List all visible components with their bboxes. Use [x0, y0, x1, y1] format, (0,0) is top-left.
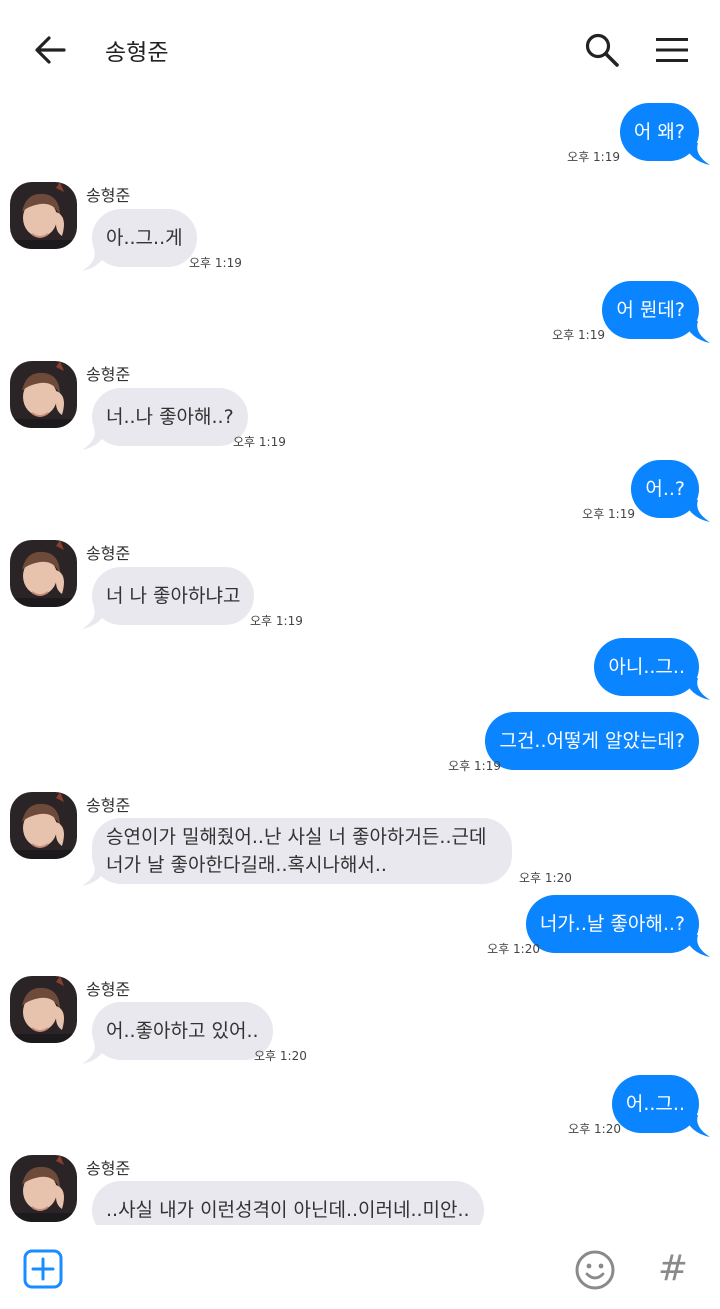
bubble-tail — [684, 935, 710, 957]
search-button[interactable] — [581, 29, 623, 71]
profile-photo-image — [10, 792, 77, 859]
bubble-tail — [684, 143, 710, 165]
sender-name: 송형준 — [86, 544, 131, 563]
avatar[interactable] — [10, 976, 77, 1043]
received-bubble[interactable]: 너 나 좋아하냐고 — [92, 567, 255, 625]
bubble-tail — [82, 249, 108, 271]
bubble-tail — [684, 321, 710, 343]
bottom-toolbar: # — [0, 1225, 720, 1309]
profile-photo-image — [10, 1155, 77, 1222]
chat-header: 송형준 — [0, 0, 720, 100]
message-time: 오후 1:19 — [567, 150, 620, 164]
arrow-left-icon — [35, 36, 66, 64]
message-time: 오후 1:20 — [519, 871, 572, 885]
sender-name: 송형준 — [86, 186, 131, 205]
message-time: 오후 1:20 — [568, 1122, 621, 1136]
sent-bubble[interactable]: 그건..어떻게 알았는데? — [485, 712, 699, 770]
chat-title: 송형준 — [105, 40, 169, 66]
message-time: 오후 1:19 — [582, 507, 635, 521]
message-time: 오후 1:20 — [254, 1049, 307, 1063]
profile-photo-image — [10, 976, 77, 1043]
avatar[interactable] — [10, 1155, 77, 1222]
search-icon — [585, 33, 619, 67]
message-time: 오후 1:19 — [233, 435, 286, 449]
sender-name: 송형준 — [86, 365, 131, 384]
sent-bubble[interactable]: 너가..날 좋아해..? — [525, 895, 699, 953]
sender-name: 송형준 — [86, 796, 131, 815]
back-button[interactable] — [30, 30, 70, 70]
sender-name: 송형준 — [86, 980, 131, 999]
smiley-icon — [575, 1250, 615, 1290]
message-time: 오후 1:19 — [189, 256, 242, 270]
message-time: 오후 1:19 — [448, 759, 501, 773]
received-bubble[interactable]: 너..나 좋아해..? — [92, 388, 248, 446]
sender-name: 송형준 — [86, 1159, 131, 1178]
message-time: 오후 1:19 — [250, 614, 303, 628]
bubble-tail — [82, 864, 108, 886]
chat-message-list[interactable]: 어 왜? 오후 1:19 송형준 아..그..게 오후 1:19 어 뭔데? 오… — [0, 100, 720, 1225]
received-bubble[interactable]: 어..좋아하고 있어.. — [92, 1002, 273, 1060]
avatar[interactable] — [10, 182, 77, 249]
bubble-tail — [684, 1115, 710, 1137]
hashtag-button[interactable]: # — [654, 1247, 692, 1291]
profile-photo-image — [10, 540, 77, 607]
bubble-tail — [82, 428, 108, 450]
plus-square-icon — [23, 1249, 63, 1289]
received-bubble[interactable]: ..사실 내가 이런성격이 아닌데..이러네..미안.. — [92, 1181, 484, 1225]
profile-photo-image — [10, 182, 77, 249]
message-time: 오후 1:19 — [552, 328, 605, 342]
hamburger-menu-icon — [656, 38, 688, 62]
bubble-tail — [82, 607, 108, 629]
profile-photo-image — [10, 361, 77, 428]
avatar[interactable] — [10, 540, 77, 607]
bubble-tail — [684, 500, 710, 522]
received-bubble[interactable]: 승연이가 밀해줬어..난 사실 너 좋아하거든..근데 너가 날 좋아한다길래.… — [92, 818, 512, 884]
message-time: 오후 1:20 — [487, 942, 540, 956]
avatar[interactable] — [10, 792, 77, 859]
bubble-tail — [684, 678, 710, 700]
emoji-button[interactable] — [574, 1249, 616, 1291]
menu-button[interactable] — [651, 29, 693, 71]
add-attachment-button[interactable] — [23, 1249, 63, 1289]
avatar[interactable] — [10, 361, 77, 428]
bubble-tail — [82, 1042, 108, 1064]
